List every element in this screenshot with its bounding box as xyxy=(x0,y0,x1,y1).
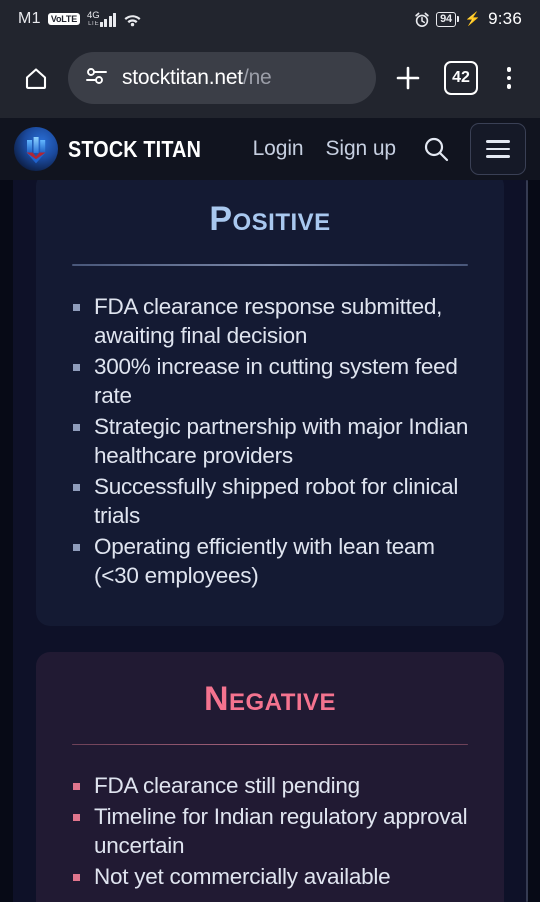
three-dot-menu-icon[interactable] xyxy=(492,56,526,100)
search-icon[interactable] xyxy=(414,127,458,171)
negative-card: Negative FDA clearance still pending Tim… xyxy=(36,651,504,902)
new-tab-button[interactable] xyxy=(386,56,430,100)
list-item: Operating efficiently with lean team (<3… xyxy=(70,532,470,590)
page-right-gutter xyxy=(527,180,540,902)
brand-name[interactable]: STOCK TITAN xyxy=(68,136,201,163)
list-item: Timeline for Indian regulatory approval … xyxy=(70,802,470,860)
site-header: STOCK TITAN Login Sign up xyxy=(0,118,540,180)
positive-card-title: Positive xyxy=(209,200,331,238)
battery-tip xyxy=(456,16,459,22)
browser-toolbar: stocktitan.net/ne 42 xyxy=(0,38,540,118)
status-bar: M1 VoLTE 4G LTE 94 ⚡ 9:36 xyxy=(0,0,540,38)
list-item: FDA clearance response submitted, awaiti… xyxy=(70,292,470,350)
article-content: Positive FDA clearance response submitte… xyxy=(13,180,527,902)
negative-card-divider xyxy=(72,743,468,745)
list-item: Not yet commercially available xyxy=(70,862,470,891)
signal-bars-icon xyxy=(99,12,117,27)
vertical-scrollbar[interactable] xyxy=(526,180,528,902)
positive-points-list: FDA clearance response submitted, awaiti… xyxy=(70,292,470,590)
signal-indicator: 4G LTE xyxy=(87,10,117,27)
url-path: /ne xyxy=(242,66,272,89)
list-item: 300% increase in cutting system feed rat… xyxy=(70,352,470,410)
login-link[interactable]: Login xyxy=(253,137,304,161)
positive-card: Positive FDA clearance response submitte… xyxy=(36,180,504,626)
home-button[interactable] xyxy=(14,56,58,100)
status-bar-clock: 9:36 xyxy=(488,9,522,28)
phone-screen: M1 VoLTE 4G LTE 94 ⚡ 9:36 stocktitan.net… xyxy=(0,0,540,902)
page-left-gutter xyxy=(0,180,13,902)
hamburger-menu-icon[interactable] xyxy=(470,123,526,175)
stock-titan-logo-icon[interactable] xyxy=(14,127,58,171)
url-text: stocktitan.net/ne xyxy=(122,66,272,90)
volte-badge: VoLTE xyxy=(47,12,80,26)
site-settings-sliders-icon[interactable] xyxy=(84,65,110,92)
wifi-icon xyxy=(123,12,142,27)
negative-points-list: FDA clearance still pending Timeline for… xyxy=(70,771,470,891)
network-type-label: 4G LTE xyxy=(87,10,100,27)
carrier-label: M1 xyxy=(18,10,41,27)
battery-percent-label: 94 xyxy=(436,11,456,27)
tab-count-label: 42 xyxy=(452,69,470,86)
positive-card-divider xyxy=(72,264,468,266)
list-item: Strategic partnership with major Indian … xyxy=(70,412,470,470)
list-item: Successfully shipped robot for clinical … xyxy=(70,472,470,530)
page-scroll-area[interactable]: Positive FDA clearance response submitte… xyxy=(0,180,540,902)
battery-indicator: 94 xyxy=(436,11,459,27)
negative-card-title: Negative xyxy=(203,679,337,718)
status-bar-left: M1 VoLTE 4G LTE xyxy=(18,10,142,28)
list-item: FDA clearance still pending xyxy=(70,771,470,800)
url-host: stocktitan.net xyxy=(122,66,243,89)
status-bar-right: 94 ⚡ 9:36 xyxy=(414,9,522,29)
charging-bolt-icon: ⚡ xyxy=(464,11,482,26)
tab-switcher-button[interactable]: 42 xyxy=(444,61,478,95)
alarm-clock-icon xyxy=(414,12,429,27)
signup-link[interactable]: Sign up xyxy=(325,137,396,161)
url-bar[interactable]: stocktitan.net/ne xyxy=(68,52,376,104)
